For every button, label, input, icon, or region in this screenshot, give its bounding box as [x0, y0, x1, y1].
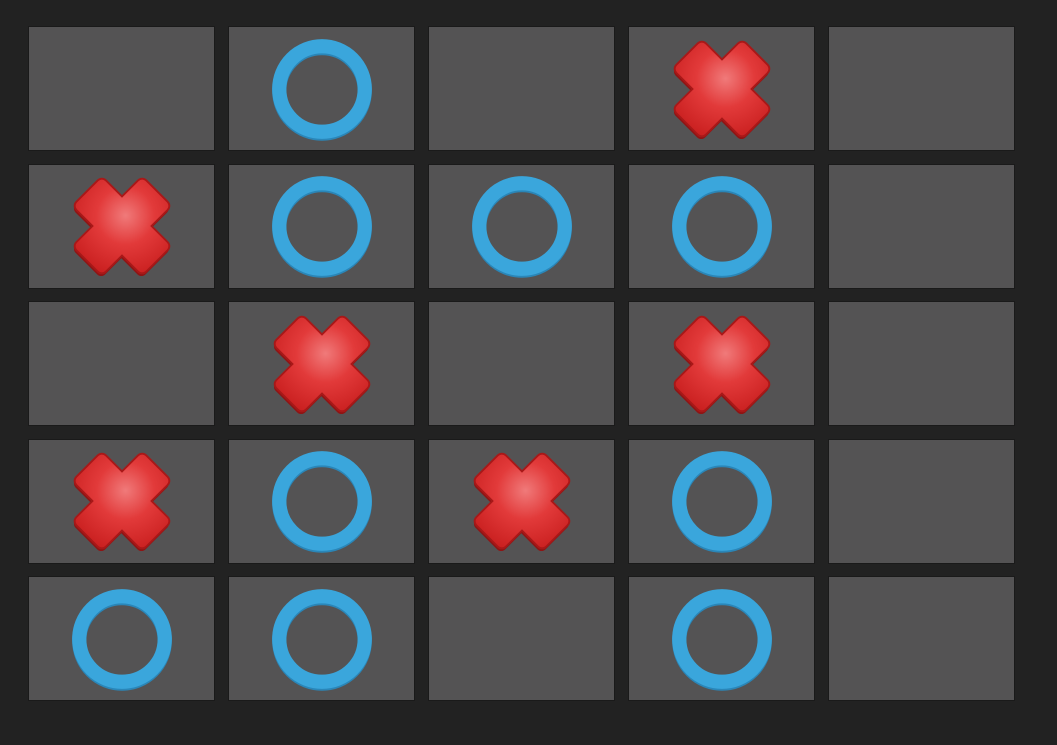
o-mark-icon	[265, 32, 379, 146]
x-mark-icon	[665, 32, 779, 146]
board-cell-r2-c5[interactable]	[828, 163, 1015, 289]
board-cell-r4-c5[interactable]	[828, 438, 1015, 564]
x-mark-icon	[65, 169, 179, 283]
board-cell-r5-c4[interactable]	[628, 576, 815, 701]
board-cell-r1-c1[interactable]	[28, 26, 215, 151]
o-mark-icon	[665, 582, 779, 696]
o-mark-icon	[265, 444, 379, 558]
board-cell-r1-c3[interactable]	[428, 26, 615, 151]
o-mark-icon	[665, 444, 779, 558]
o-mark-icon	[65, 582, 179, 696]
game-board	[28, 26, 1015, 701]
board-cell-r5-c5[interactable]	[828, 576, 1015, 701]
o-mark-icon	[465, 169, 579, 283]
o-mark-icon	[665, 169, 779, 283]
board-cell-r1-c4[interactable]	[628, 26, 815, 151]
board-cell-r4-c1[interactable]	[28, 438, 215, 564]
board-cell-r4-c2[interactable]	[228, 438, 415, 564]
board-cell-r2-c3[interactable]	[428, 163, 615, 289]
x-mark-icon	[65, 444, 179, 558]
board-cell-r4-c4[interactable]	[628, 438, 815, 564]
board-cell-r5-c3[interactable]	[428, 576, 615, 701]
board-cell-r3-c5[interactable]	[828, 301, 1015, 426]
board-cell-r5-c2[interactable]	[228, 576, 415, 701]
board-cell-r2-c4[interactable]	[628, 163, 815, 289]
x-mark-icon	[465, 444, 579, 558]
board-cell-r3-c4[interactable]	[628, 301, 815, 426]
o-mark-icon	[265, 582, 379, 696]
board-cell-r3-c1[interactable]	[28, 301, 215, 426]
x-mark-icon	[265, 307, 379, 421]
o-mark-icon	[265, 169, 379, 283]
board-cell-r1-c5[interactable]	[828, 26, 1015, 151]
board-cell-r2-c2[interactable]	[228, 163, 415, 289]
board-cell-r2-c1[interactable]	[28, 163, 215, 289]
board-cell-r1-c2[interactable]	[228, 26, 415, 151]
board-cell-r3-c2[interactable]	[228, 301, 415, 426]
x-mark-icon	[665, 307, 779, 421]
board-cell-r4-c3[interactable]	[428, 438, 615, 564]
board-cell-r3-c3[interactable]	[428, 301, 615, 426]
board-cell-r5-c1[interactable]	[28, 576, 215, 701]
